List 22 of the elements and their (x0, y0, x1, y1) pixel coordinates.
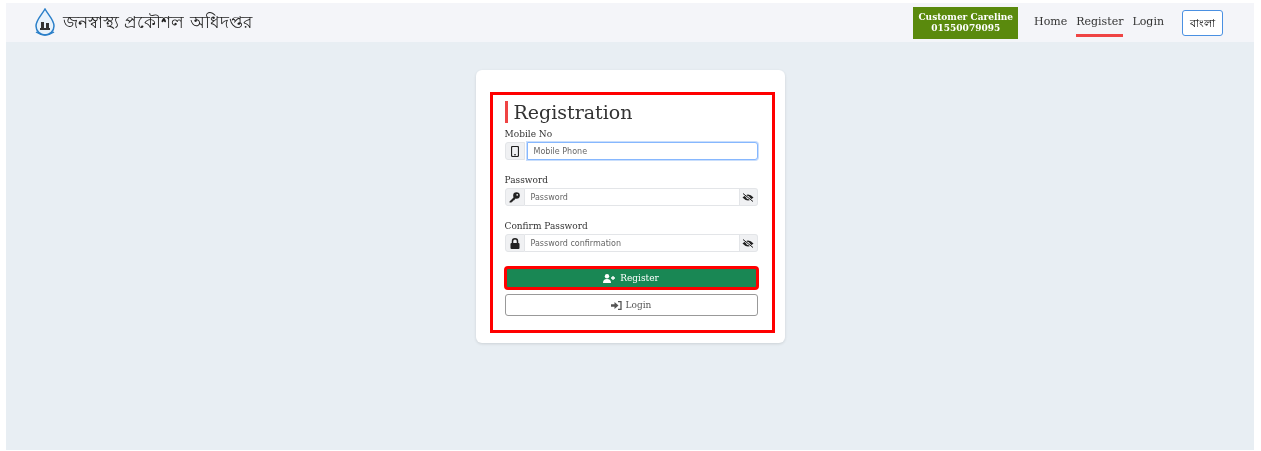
eye-slash-icon (742, 238, 754, 248)
input-field[interactable]: Mobile Phone (526, 142, 758, 160)
water-drop-logo-icon (33, 7, 57, 38)
careline-label: Customer Careline (918, 11, 1014, 23)
site-title: জনস্বাস্থ্য প্রকৌশল অধিদপ্তর (63, 10, 252, 34)
nav-link[interactable]: Home (1034, 8, 1068, 37)
careline-phone: 01550079095 (930, 22, 1002, 34)
key-icon (509, 191, 520, 203)
login-button[interactable]: Login (504, 294, 758, 316)
field-label: Mobile No (504, 129, 554, 139)
nav-link[interactable]: Register (1076, 8, 1124, 37)
field-label: Password (504, 175, 549, 185)
nav-link[interactable]: Login (1132, 8, 1164, 37)
form-title: Registration (504, 101, 758, 123)
register-button[interactable]: Register (504, 267, 758, 289)
field-label: Confirm Password (504, 221, 589, 231)
language-button[interactable]: বাংলা (1182, 9, 1223, 36)
sign-in-icon (610, 300, 622, 310)
lock-icon (509, 237, 520, 249)
add-user-icon (603, 273, 617, 283)
mobile-phone-icon (510, 145, 519, 157)
eye-slash-icon (742, 192, 754, 202)
